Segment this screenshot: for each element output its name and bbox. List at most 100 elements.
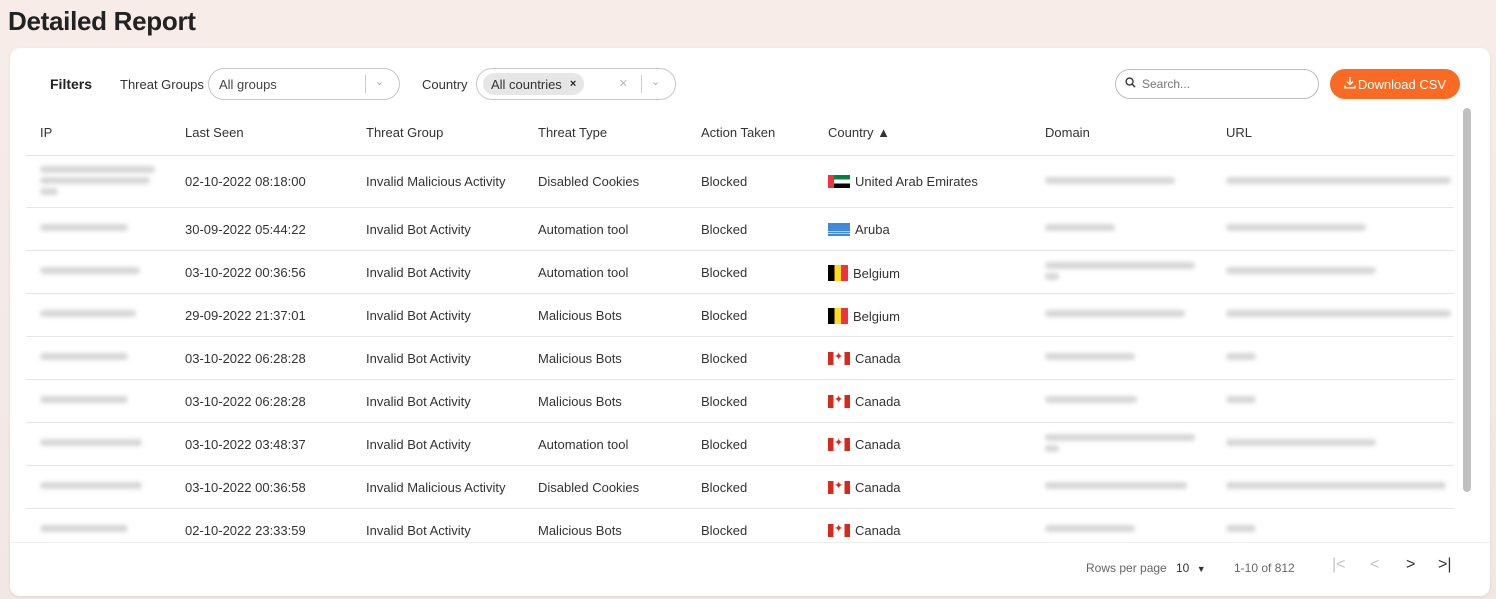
cell-last-seen: 03-10-2022 03:48:37 xyxy=(185,437,306,452)
cell-url xyxy=(1226,310,1451,321)
redacted-text xyxy=(40,188,58,195)
previous-page-icon[interactable]: < xyxy=(1370,556,1379,574)
country-name: Canada xyxy=(855,523,901,538)
table-row[interactable]: 02-10-2022 08:18:00 Invalid Malicious Act… xyxy=(26,156,1454,208)
next-page-icon[interactable]: > xyxy=(1406,556,1415,574)
cell-domain xyxy=(1045,177,1175,188)
clear-icon[interactable]: × xyxy=(619,75,628,92)
cell-ip xyxy=(40,525,128,536)
cell-action-taken: Blocked xyxy=(701,394,748,409)
column-header-country[interactable]: Country ▲ xyxy=(828,125,890,140)
redacted-text xyxy=(1226,482,1446,489)
cell-last-seen: 29-09-2022 21:37:01 xyxy=(185,308,306,323)
cell-url xyxy=(1226,396,1256,407)
column-header-threat-group[interactable]: Threat Group xyxy=(366,125,443,140)
cell-country: Canada xyxy=(828,437,901,452)
select-separator xyxy=(641,75,642,93)
cell-domain xyxy=(1045,396,1137,407)
country-flag-icon xyxy=(828,438,850,451)
cell-last-seen: 03-10-2022 06:28:28 xyxy=(185,351,306,366)
country-chip-label: All countries xyxy=(491,76,562,92)
redacted-text xyxy=(40,177,150,184)
search-input[interactable] xyxy=(1142,77,1302,91)
cell-threat-group: Invalid Malicious Activity xyxy=(366,174,506,189)
redacted-text xyxy=(1045,262,1195,269)
download-icon xyxy=(1344,76,1356,92)
threat-groups-select[interactable]: All groups ⌄ xyxy=(208,68,400,100)
cell-threat-type: Malicious Bots xyxy=(538,394,622,409)
country-name: Canada xyxy=(855,480,901,495)
cell-last-seen: 03-10-2022 00:36:58 xyxy=(185,480,306,495)
chip-remove-icon[interactable]: × xyxy=(570,78,576,90)
cell-action-taken: Blocked xyxy=(701,174,748,189)
cell-domain xyxy=(1045,482,1187,493)
cell-threat-group: Invalid Bot Activity xyxy=(366,394,471,409)
country-flag-icon xyxy=(828,175,850,188)
cell-country: Canada xyxy=(828,523,901,538)
first-page-icon[interactable]: |< xyxy=(1332,556,1346,574)
redacted-text xyxy=(1045,177,1175,184)
country-select[interactable]: All countries × × ⌄ xyxy=(476,68,676,100)
redacted-text xyxy=(40,525,128,532)
dropdown-arrow-icon: ▼ xyxy=(1196,564,1206,574)
search-box[interactable] xyxy=(1115,69,1319,99)
table-row[interactable]: 29-09-2022 21:37:01 Invalid Bot Activity M… xyxy=(26,294,1454,337)
country-name: Canada xyxy=(855,394,901,409)
table-row[interactable]: 03-10-2022 00:36:58 Invalid Malicious Act… xyxy=(26,466,1454,509)
redacted-text xyxy=(1045,482,1187,489)
vertical-scrollbar[interactable] xyxy=(1463,108,1471,492)
cell-country: Aruba xyxy=(828,222,890,237)
cell-country: United Arab Emirates xyxy=(828,174,978,189)
table-row[interactable]: 03-10-2022 06:28:28 Invalid Bot Activity M… xyxy=(26,337,1454,380)
column-header-action-taken[interactable]: Action Taken xyxy=(701,125,775,140)
table-row[interactable]: 03-10-2022 00:36:56 Invalid Bot Activity A… xyxy=(26,251,1454,294)
cell-url xyxy=(1226,353,1256,364)
report-card: Filters Threat Groups All groups ⌄ Count… xyxy=(10,48,1490,596)
cell-url xyxy=(1226,439,1376,450)
column-header-url[interactable]: URL xyxy=(1226,125,1252,140)
cell-threat-group: Invalid Bot Activity xyxy=(366,265,471,280)
table-row[interactable]: 02-10-2022 23:33:59 Invalid Bot Activity M… xyxy=(26,509,1454,542)
threat-groups-value: All groups xyxy=(219,76,277,92)
column-header-last-seen[interactable]: Last Seen xyxy=(185,125,244,140)
cell-country: Belgium xyxy=(828,265,900,281)
cell-ip xyxy=(40,439,142,450)
redacted-text xyxy=(1226,396,1256,403)
cell-country: Canada xyxy=(828,351,901,366)
country-name: Aruba xyxy=(855,222,890,237)
country-chip: All countries × xyxy=(483,73,585,95)
redacted-text xyxy=(1226,525,1256,532)
table-row[interactable]: 03-10-2022 03:48:37 Invalid Bot Activity A… xyxy=(26,423,1454,466)
column-header-threat-type[interactable]: Threat Type xyxy=(538,125,607,140)
cell-threat-type: Automation tool xyxy=(538,222,629,237)
cell-url xyxy=(1226,525,1256,536)
column-header-ip[interactable]: IP xyxy=(40,125,52,140)
download-csv-button[interactable]: Download CSV xyxy=(1330,69,1460,99)
cell-country: Belgium xyxy=(828,308,900,324)
cell-threat-type: Malicious Bots xyxy=(538,523,622,538)
country-flag-icon xyxy=(828,223,850,236)
country-name: Belgium xyxy=(853,309,900,324)
country-label: Country xyxy=(422,76,468,92)
pagination-footer: Rows per page 10 ▼ 1-10 of 812 |< < > >| xyxy=(10,542,1490,596)
column-header-domain[interactable]: Domain xyxy=(1045,125,1090,140)
redacted-text xyxy=(1226,310,1451,317)
rows-per-page-select[interactable]: 10 ▼ xyxy=(1176,561,1206,575)
country-name: United Arab Emirates xyxy=(855,174,978,189)
redacted-text xyxy=(1045,445,1059,452)
table-row[interactable]: 03-10-2022 06:28:28 Invalid Bot Activity M… xyxy=(26,380,1454,423)
cell-domain xyxy=(1045,262,1195,284)
cell-domain xyxy=(1045,224,1115,235)
cell-last-seen: 03-10-2022 06:28:28 xyxy=(185,394,306,409)
redacted-text xyxy=(1045,434,1195,441)
chevron-down-icon[interactable]: ⌄ xyxy=(651,75,660,88)
last-page-icon[interactable]: >| xyxy=(1438,556,1452,574)
cell-action-taken: Blocked xyxy=(701,351,748,366)
cell-domain xyxy=(1045,434,1195,456)
country-flag-icon xyxy=(828,308,848,324)
cell-last-seen: 02-10-2022 23:33:59 xyxy=(185,523,306,538)
chevron-down-icon[interactable]: ⌄ xyxy=(375,75,384,88)
table-row[interactable]: 30-09-2022 05:44:22 Invalid Bot Activity A… xyxy=(26,208,1454,251)
redacted-text xyxy=(40,439,142,446)
cell-last-seen: 30-09-2022 05:44:22 xyxy=(185,222,306,237)
